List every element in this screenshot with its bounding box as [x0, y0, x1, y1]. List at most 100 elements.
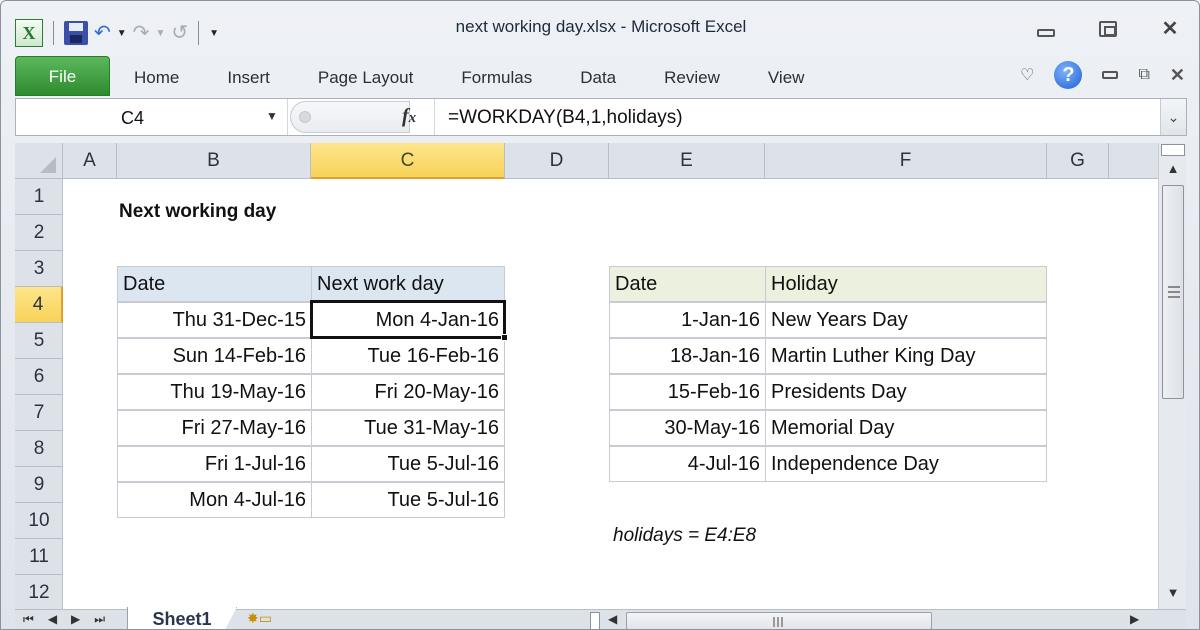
- column-headers: A B C D E F G: [15, 143, 1158, 179]
- column-header-d[interactable]: D: [505, 143, 609, 179]
- holiday-name-cell[interactable]: Independence Day: [765, 446, 1047, 482]
- previous-sheet-icon[interactable]: ◀: [48, 612, 57, 627]
- row-header-9[interactable]: 9: [15, 467, 63, 503]
- row-header-11[interactable]: 11: [15, 539, 63, 575]
- table2-header-holiday[interactable]: Holiday: [765, 266, 1047, 302]
- first-sheet-icon[interactable]: ⏮: [23, 612, 34, 627]
- table1-date-cell[interactable]: Sun 14-Feb-16: [117, 338, 312, 374]
- tab-data[interactable]: Data: [556, 68, 640, 96]
- tab-formulas[interactable]: Formulas: [437, 68, 556, 96]
- formula-input[interactable]: =WORKDAY(B4,1,holidays): [448, 107, 683, 129]
- scroll-down-icon[interactable]: ▼: [1159, 585, 1187, 600]
- sheet-tab-bar: ⏮ ◀ ▶ ⏭ Sheet1 ✸▭ ◀ ▶: [15, 607, 1186, 629]
- row-header-8[interactable]: 8: [15, 431, 63, 467]
- tab-home[interactable]: Home: [110, 68, 203, 96]
- table1-next-day-cell[interactable]: Tue 31-May-16: [311, 410, 505, 446]
- grip-icon: [773, 617, 783, 627]
- horizontal-scrollbar[interactable]: ◀ ▶: [590, 612, 1150, 629]
- row-header-4[interactable]: 4: [15, 287, 63, 323]
- name-box[interactable]: C4 ▼: [16, 99, 288, 135]
- horizontal-split-handle[interactable]: [590, 612, 600, 629]
- holiday-name-cell[interactable]: New Years Day: [765, 302, 1047, 338]
- tab-page-layout[interactable]: Page Layout: [294, 68, 437, 96]
- vertical-split-handle[interactable]: [1161, 144, 1185, 156]
- splitter-handle[interactable]: [299, 111, 311, 123]
- insert-worksheet-icon[interactable]: ✸▭: [247, 610, 272, 627]
- grip-icon: [1168, 286, 1180, 298]
- column-header-a[interactable]: A: [63, 143, 117, 179]
- row-header-5[interactable]: 5: [15, 323, 63, 359]
- column-header-c[interactable]: C: [311, 143, 505, 179]
- name-box-dropdown-icon[interactable]: ▼: [266, 109, 278, 123]
- window-controls: ✕: [1037, 19, 1179, 39]
- scroll-right-icon[interactable]: ▶: [1130, 612, 1139, 626]
- row-header-12[interactable]: 12: [15, 575, 63, 609]
- tab-review[interactable]: Review: [640, 68, 744, 96]
- holiday-date-cell[interactable]: 30-May-16: [609, 410, 766, 446]
- holiday-name-cell[interactable]: Presidents Day: [765, 374, 1047, 410]
- holiday-date-cell[interactable]: 18-Jan-16: [609, 338, 766, 374]
- vertical-scroll-thumb[interactable]: [1162, 185, 1184, 399]
- holiday-date-cell[interactable]: 4-Jul-16: [609, 446, 766, 482]
- tab-insert[interactable]: Insert: [203, 68, 294, 96]
- column-header-b[interactable]: B: [117, 143, 311, 179]
- maximize-icon[interactable]: [1099, 21, 1117, 37]
- table1-date-cell[interactable]: Mon 4-Jul-16: [117, 482, 312, 518]
- vertical-scrollbar[interactable]: ▲ ▼: [1158, 143, 1186, 609]
- last-sheet-icon[interactable]: ⏭: [94, 612, 105, 627]
- row-header-10[interactable]: 10: [15, 503, 63, 539]
- row-headers: 1 2 3 4 5 6 7 8 9 10 11 12: [15, 179, 63, 609]
- fill-handle[interactable]: [501, 334, 508, 341]
- separator: [434, 99, 435, 135]
- column-header-g[interactable]: G: [1047, 143, 1109, 179]
- formula-bar-splitter[interactable]: [290, 101, 410, 133]
- title-bar: X ↶ ▼ ↷ ▼ ↺ ▼ next working day.xlsx - Mi…: [1, 1, 1199, 53]
- table1-next-day-cell[interactable]: Fri 20-May-16: [311, 374, 505, 410]
- table1-header-date[interactable]: Date: [117, 266, 312, 302]
- excel-window: X ↶ ▼ ↷ ▼ ↺ ▼ next working day.xlsx - Mi…: [0, 0, 1200, 630]
- row-header-7[interactable]: 7: [15, 395, 63, 431]
- table1-date-cell[interactable]: Thu 19-May-16: [117, 374, 312, 410]
- table1-date-cell[interactable]: Fri 27-May-16: [117, 410, 312, 446]
- insert-function-icon[interactable]: fx: [402, 105, 416, 128]
- row-header-1[interactable]: 1: [15, 179, 63, 215]
- table1-date-cell[interactable]: Fri 1-Jul-16: [117, 446, 312, 482]
- sheet-tab-sheet1[interactable]: Sheet1: [127, 607, 237, 629]
- table1-next-day-cell[interactable]: Tue 5-Jul-16: [311, 482, 505, 518]
- minimize-icon[interactable]: [1037, 29, 1055, 37]
- column-header-f[interactable]: F: [765, 143, 1047, 179]
- workbook-close-icon[interactable]: ✕: [1170, 65, 1185, 86]
- spreadsheet-grid[interactable]: A B C D E F G 1 2 3 4 5 6 7 8 9 10 11 12…: [15, 143, 1158, 609]
- holiday-date-cell[interactable]: 15-Feb-16: [609, 374, 766, 410]
- scroll-up-icon[interactable]: ▲: [1159, 161, 1187, 176]
- ribbon-right-controls: ♡ ? ⧉ ✕: [1020, 61, 1185, 89]
- table2-header-date[interactable]: Date: [609, 266, 766, 302]
- tab-view[interactable]: View: [744, 68, 829, 96]
- formula-bar: C4 ▼ fx =WORKDAY(B4,1,holidays) ⌄: [15, 98, 1187, 136]
- table1-date-cell[interactable]: Thu 31-Dec-15: [117, 302, 312, 338]
- help-icon[interactable]: ?: [1054, 61, 1083, 89]
- minimize-ribbon-icon[interactable]: ♡: [1020, 65, 1034, 85]
- column-header-e[interactable]: E: [609, 143, 765, 179]
- horizontal-scroll-thumb[interactable]: [626, 612, 932, 629]
- tab-file[interactable]: File: [15, 56, 110, 96]
- holiday-date-cell[interactable]: 1-Jan-16: [609, 302, 766, 338]
- select-all-button[interactable]: [15, 143, 63, 179]
- row-header-6[interactable]: 6: [15, 359, 63, 395]
- scroll-left-icon[interactable]: ◀: [608, 612, 617, 626]
- table1-next-day-cell[interactable]: Tue 5-Jul-16: [311, 446, 505, 482]
- row-header-2[interactable]: 2: [15, 215, 63, 251]
- workbook-minimize-icon[interactable]: [1102, 71, 1119, 79]
- expand-formula-bar-icon[interactable]: ⌄: [1160, 99, 1186, 135]
- next-sheet-icon[interactable]: ▶: [71, 612, 80, 627]
- row-header-3[interactable]: 3: [15, 251, 63, 287]
- sheet-title: Next working day: [119, 201, 277, 222]
- workbook-restore-icon[interactable]: ⧉: [1138, 66, 1149, 84]
- ribbon-tabs: File Home Insert Page Layout Formulas Da…: [15, 56, 828, 96]
- table1-next-day-cell[interactable]: Tue 16-Feb-16: [311, 338, 505, 374]
- holiday-name-cell[interactable]: Martin Luther King Day: [765, 338, 1047, 374]
- close-icon[interactable]: ✕: [1161, 19, 1179, 39]
- window-title: next working day.xlsx - Microsoft Excel: [455, 17, 747, 36]
- holiday-name-cell[interactable]: Memorial Day: [765, 410, 1047, 446]
- table1-header-next-work-day[interactable]: Next work day: [311, 266, 505, 302]
